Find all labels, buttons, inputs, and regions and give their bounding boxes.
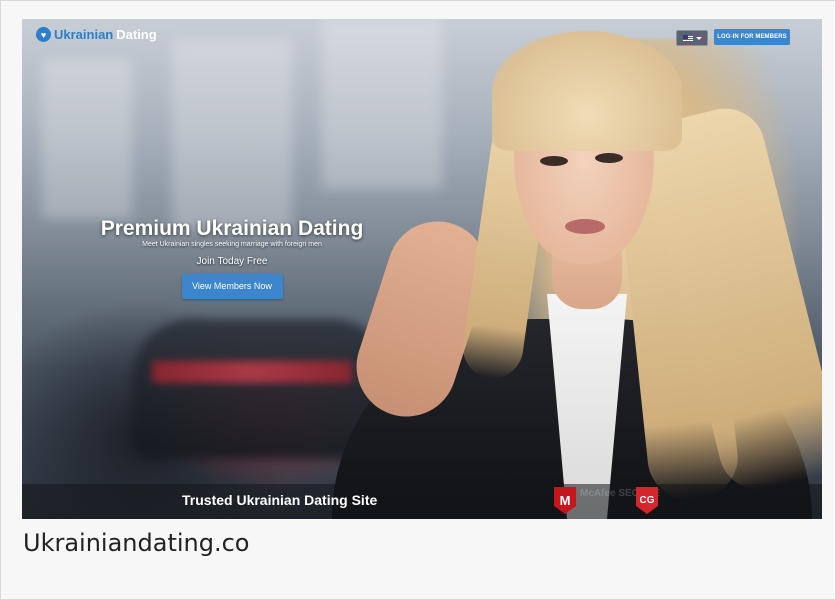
login-button[interactable]: LOG-IN FOR MEMBERS <box>714 29 790 45</box>
hero-photo-hair <box>492 31 682 151</box>
site-logo[interactable]: ♥ Ukrainian Dating <box>36 27 157 42</box>
us-flag-icon <box>682 34 693 42</box>
caption-text: Ukrainiandating.co <box>23 529 250 557</box>
hero-subtitle: Meet Ukrainian singles seeking marriage … <box>142 241 322 248</box>
cg-badge-icon: CG <box>636 487 658 514</box>
chevron-down-icon <box>695 36 702 40</box>
trust-bar: Trusted Ukrainian Dating Site M McAfee S… <box>22 484 822 519</box>
trust-text: Trusted Ukrainian Dating Site <box>182 492 378 508</box>
hero-photo-eye <box>595 153 623 163</box>
hero-copy: Premium Ukrainian Dating Meet Ukrainian … <box>82 217 382 299</box>
background-car-lights <box>152 361 352 383</box>
logo-text-dating: Dating <box>116 27 157 42</box>
hero-photo-eye <box>540 156 568 166</box>
mcafee-badge-icon: M <box>554 487 576 514</box>
view-members-button[interactable]: View Members Now <box>181 274 283 299</box>
background-building <box>172 39 292 229</box>
background-building <box>322 19 442 189</box>
hero-photo-lips <box>565 219 605 234</box>
join-text: Join Today Free <box>196 256 268 267</box>
heart-logo-icon: ♥ <box>36 27 51 42</box>
background-building <box>42 59 132 219</box>
hero-title: Premium Ukrainian Dating <box>100 217 364 240</box>
hero-section: ♥ Ukrainian Dating LOG-IN FOR MEMBERS Pr… <box>22 19 822 519</box>
logo-text-ukrainian: Ukrainian <box>54 27 114 42</box>
screenshot-card: ♥ Ukrainian Dating LOG-IN FOR MEMBERS Pr… <box>0 0 836 600</box>
language-selector[interactable] <box>676 30 708 46</box>
